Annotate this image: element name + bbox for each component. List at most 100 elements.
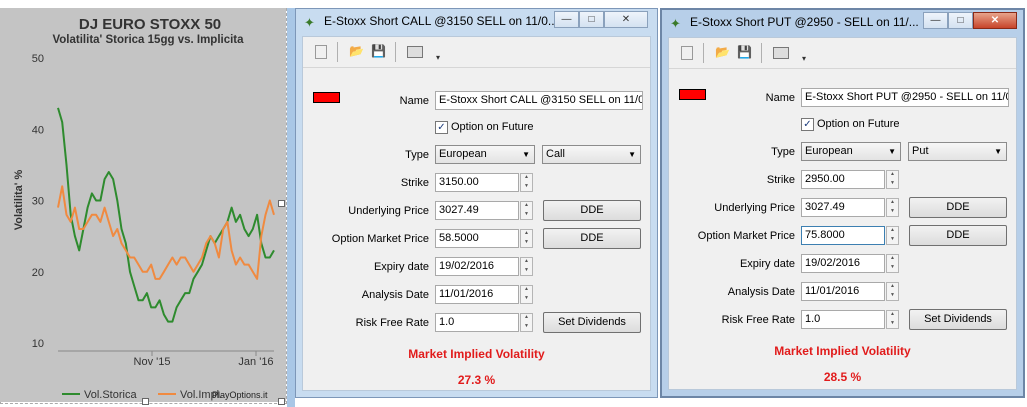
underlying-price-field[interactable]: 3027.49 bbox=[435, 201, 519, 220]
window-icon[interactable] bbox=[773, 47, 789, 59]
x-tick-label: Jan '16 bbox=[238, 356, 273, 368]
chart-app-icon: ✦ bbox=[670, 16, 681, 31]
open-file-icon[interactable]: 📂 bbox=[715, 45, 730, 59]
volatility-chart: 10 20 30 40 50 Volatilita' % Nov '15 Jan '16 Vo… bbox=[0, 8, 286, 402]
option-market-price-spinner[interactable] bbox=[886, 226, 899, 245]
underlying-price-spinner[interactable] bbox=[886, 198, 899, 217]
put-window-title: E-Stoxx Short PUT @2950 - SELL on 11/... bbox=[690, 15, 919, 29]
strike-field[interactable]: 2950.00 bbox=[801, 170, 885, 189]
chart-title: DJ EURO STOXX 50 bbox=[78, 16, 222, 33]
option-on-future-label: Option on Future bbox=[817, 118, 900, 130]
resize-handle-right[interactable] bbox=[278, 200, 285, 207]
type-select[interactable]: European ▼ bbox=[435, 145, 535, 164]
toolbar-separator bbox=[395, 42, 396, 62]
close-icon[interactable]: ✕ bbox=[604, 11, 648, 28]
analysis-date-field[interactable]: 11/01/2016 bbox=[801, 282, 885, 301]
call-option-window: ✦ E-Stoxx Short CALL @3150 SELL on 11/0.… bbox=[295, 8, 658, 398]
set-dividends-button[interactable]: Set Dividends bbox=[543, 312, 641, 333]
option-kind-select[interactable]: Put ▼ bbox=[908, 142, 1007, 161]
strike-field[interactable]: 3150.00 bbox=[435, 173, 519, 192]
resize-handle-bottom[interactable] bbox=[142, 398, 149, 405]
y-tick-label: 50 bbox=[32, 53, 44, 65]
expiry-date-spinner[interactable] bbox=[886, 254, 899, 273]
y-tick-label: 10 bbox=[32, 338, 44, 350]
analysis-date-spinner[interactable] bbox=[520, 285, 533, 304]
risk-free-rate-spinner[interactable] bbox=[886, 310, 899, 329]
option-on-future-checkbox[interactable]: ✓ bbox=[801, 118, 814, 131]
option-market-price-label: Option Market Price bbox=[697, 230, 795, 242]
overflow-chevron-icon[interactable]: ▾ bbox=[797, 52, 811, 66]
maximize-icon[interactable]: □ bbox=[948, 12, 973, 29]
analysis-date-label: Analysis Date bbox=[727, 286, 795, 298]
type-select[interactable]: European ▼ bbox=[801, 142, 901, 161]
call-window-body: 📂 💾 ▾ Name E-Stoxx Short CALL @3150 SELL… bbox=[302, 36, 651, 391]
option-market-price-label: Option Market Price bbox=[331, 233, 429, 245]
option-price-dde-button[interactable]: DDE bbox=[909, 225, 1007, 246]
y-tick-label: 30 bbox=[32, 196, 44, 208]
underlying-price-spinner[interactable] bbox=[520, 201, 533, 220]
save-disk-icon[interactable]: 💾 bbox=[371, 44, 386, 58]
y-axis-label: Volatilita' % bbox=[13, 170, 25, 231]
risk-free-rate-label: Risk Free Rate bbox=[721, 314, 795, 326]
y-tick-label: 40 bbox=[32, 124, 44, 136]
overflow-chevron-icon[interactable]: ▾ bbox=[431, 51, 445, 65]
maximize-icon[interactable]: □ bbox=[579, 11, 604, 28]
new-document-icon[interactable] bbox=[315, 45, 327, 59]
call-window-title: E-Stoxx Short CALL @3150 SELL on 11/0... bbox=[324, 14, 558, 28]
expiry-date-field[interactable]: 19/02/2016 bbox=[801, 254, 885, 273]
legend-label-storica: Vol.Storica bbox=[84, 389, 137, 401]
call-window-titlebar[interactable]: ✦ E-Stoxx Short CALL @3150 SELL on 11/0.… bbox=[296, 9, 657, 35]
open-file-icon[interactable]: 📂 bbox=[349, 44, 364, 58]
underlying-dde-button[interactable]: DDE bbox=[543, 200, 641, 221]
option-kind-value: Call bbox=[546, 148, 565, 160]
toolbar-separator bbox=[703, 43, 704, 63]
option-on-future-label: Option on Future bbox=[451, 121, 534, 133]
strike-label: Strike bbox=[766, 174, 795, 186]
close-icon[interactable]: ✕ bbox=[973, 12, 1017, 29]
risk-free-rate-field[interactable]: 1.0 bbox=[801, 310, 885, 329]
expiry-date-label: Expiry date bbox=[373, 261, 429, 273]
analysis-date-spinner[interactable] bbox=[886, 282, 899, 301]
name-field[interactable]: E-Stoxx Short PUT @2950 - SELL on 11/0 bbox=[801, 88, 1009, 107]
put-window-titlebar[interactable]: ✦ E-Stoxx Short PUT @2950 - SELL on 11/.… bbox=[662, 10, 1023, 36]
save-disk-icon[interactable]: 💾 bbox=[737, 45, 752, 59]
minimize-icon[interactable]: — bbox=[923, 12, 948, 29]
option-market-price-field[interactable]: 58.5000 bbox=[435, 229, 519, 248]
call-toolbar: 📂 💾 ▾ bbox=[303, 37, 650, 68]
put-toolbar: 📂 💾 ▾ bbox=[669, 38, 1016, 69]
underlying-price-label: Underlying Price bbox=[348, 205, 429, 217]
name-field[interactable]: E-Stoxx Short CALL @3150 SELL on 11/01 bbox=[435, 91, 643, 110]
expiry-date-spinner[interactable] bbox=[520, 257, 533, 276]
toolbar-separator bbox=[761, 43, 762, 63]
set-dividends-button[interactable]: Set Dividends bbox=[909, 309, 1007, 330]
name-label: Name bbox=[399, 95, 429, 107]
toolbar-separator bbox=[337, 42, 338, 62]
strike-spinner[interactable] bbox=[520, 173, 533, 192]
expiry-date-field[interactable]: 19/02/2016 bbox=[435, 257, 519, 276]
resize-handle-corner[interactable] bbox=[278, 398, 285, 405]
put-window-body: 📂 💾 ▾ Name E-Stoxx Short PUT @2950 - SEL… bbox=[668, 37, 1017, 390]
chart-watermark: PlayOptions.it bbox=[212, 390, 268, 400]
option-price-dde-button[interactable]: DDE bbox=[543, 228, 641, 249]
strike-spinner[interactable] bbox=[886, 170, 899, 189]
analysis-date-field[interactable]: 11/01/2016 bbox=[435, 285, 519, 304]
implied-volatility-value: 27.3 % bbox=[457, 373, 496, 387]
risk-free-rate-field[interactable]: 1.0 bbox=[435, 313, 519, 332]
minimize-icon[interactable]: — bbox=[554, 11, 579, 28]
risk-free-rate-spinner[interactable] bbox=[520, 313, 533, 332]
underlying-dde-button[interactable]: DDE bbox=[909, 197, 1007, 218]
chart-canvas: 10 20 30 40 50 Volatilita' % Nov '15 Jan '16 Vo… bbox=[13, 53, 275, 401]
risk-free-rate-label: Risk Free Rate bbox=[355, 317, 429, 329]
chart-app-icon: ✦ bbox=[304, 15, 315, 30]
window-icon[interactable] bbox=[407, 46, 423, 58]
implied-volatility-title: Market Implied Volatility bbox=[408, 347, 545, 361]
underlying-price-field[interactable]: 3027.49 bbox=[801, 198, 885, 217]
option-kind-select[interactable]: Call ▼ bbox=[542, 145, 641, 164]
option-market-price-spinner[interactable] bbox=[520, 229, 533, 248]
new-document-icon[interactable] bbox=[681, 46, 693, 60]
option-market-price-field[interactable]: 75.8000 bbox=[801, 226, 885, 245]
type-select-value: European bbox=[805, 145, 853, 157]
strike-label: Strike bbox=[400, 177, 429, 189]
type-label: Type bbox=[405, 149, 429, 161]
option-on-future-checkbox[interactable]: ✓ bbox=[435, 121, 448, 134]
